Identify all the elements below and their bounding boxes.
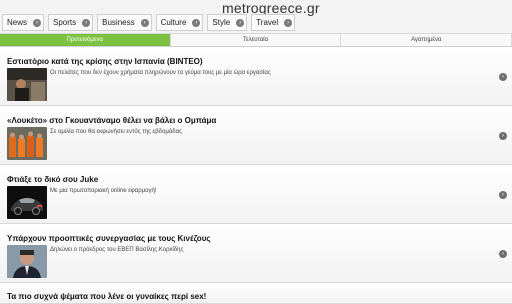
list-item[interactable]: Εστιατόριο κατά της κρίσης στην Ισπανία …: [0, 47, 512, 106]
tab-favorites[interactable]: Αγαπημένα: [341, 34, 512, 46]
nav-item-business[interactable]: Business ›: [97, 14, 152, 31]
article-title: Φτιάξε το δικό σου Juke: [7, 175, 99, 184]
chevron-right-icon: ›: [284, 18, 293, 27]
article-summary: Σε ομιλία που θα εκφωνήσει εντός της εβδ…: [50, 129, 182, 135]
chevron-right-icon: ›: [33, 18, 42, 27]
article-list: Εστιατόριο κατά της κρίσης στην Ισπανία …: [0, 47, 512, 304]
tab-latest[interactable]: Τελευταία: [170, 34, 342, 46]
nav-label: Travel: [256, 18, 279, 27]
nav-item-culture[interactable]: Culture ›: [155, 14, 204, 31]
top-nav: News › Sports › Business › Culture › Style › …: [2, 14, 299, 31]
article-summary: Με μια πρωτοποριακή online εφαρμογή!: [50, 188, 157, 194]
nav-item-news[interactable]: News ›: [2, 14, 45, 31]
nav-label: Culture: [160, 18, 187, 27]
list-item[interactable]: Φτιάξε το δικό σου Juke Με μια πρωτοπορι…: [0, 165, 512, 224]
restaurant-photo-icon: [7, 68, 47, 101]
tab-featured[interactable]: Προτεινόμενα: [0, 34, 171, 46]
chevron-right-icon[interactable]: ›: [499, 191, 507, 199]
car-photo-icon: [7, 186, 47, 219]
chevron-right-icon: ›: [140, 18, 149, 27]
nav-label: Style: [212, 18, 231, 27]
article-summary: Δηλώνει ο πρόεδρος του ΕΒΕΠ Βασίλης Κορκ…: [50, 247, 184, 253]
chevron-right-icon[interactable]: ›: [499, 250, 507, 258]
nav-label: Sports: [53, 18, 77, 27]
tab-bar: Προτεινόμενα Τελευταία Αγαπημένα: [0, 34, 512, 47]
nav-item-sports[interactable]: Sports ›: [48, 14, 94, 31]
header: metrogreece.gr News › Sports › Business › C…: [0, 0, 512, 34]
list-item[interactable]: Υπάρχουν προοπτικές συνεργασίας με τους …: [0, 224, 512, 283]
nav-label: Business: [102, 18, 135, 27]
list-item[interactable]: «Λουκέτο» στο Γκουαντάναμο θέλει να βάλε…: [0, 106, 512, 165]
chevron-right-icon: ›: [82, 18, 91, 27]
article-title: «Λουκέτο» στο Γκουαντάναμο θέλει να βάλε…: [7, 116, 217, 125]
chevron-right-icon[interactable]: ›: [499, 132, 507, 140]
nav-label: News: [7, 18, 28, 27]
portrait-photo-icon: [7, 245, 47, 278]
article-title: Εστιατόριο κατά της κρίσης στην Ισπανία …: [7, 57, 203, 66]
nav-item-style[interactable]: Style ›: [207, 14, 248, 31]
chevron-right-icon: ›: [192, 18, 201, 27]
chevron-right-icon: ›: [236, 18, 245, 27]
list-item[interactable]: Τα πιο συχνά ψέματα που λένε οι γυναίκες…: [0, 283, 512, 304]
article-title: Υπάρχουν προοπτικές συνεργασίας με τους …: [7, 234, 211, 243]
article-summary: Οι πελάτες που δεν έχουν χρήματα πληρώνο…: [50, 70, 271, 76]
chevron-right-icon[interactable]: ›: [499, 73, 507, 81]
nav-item-travel[interactable]: Travel ›: [251, 14, 296, 31]
prisoners-photo-icon: [7, 127, 47, 160]
